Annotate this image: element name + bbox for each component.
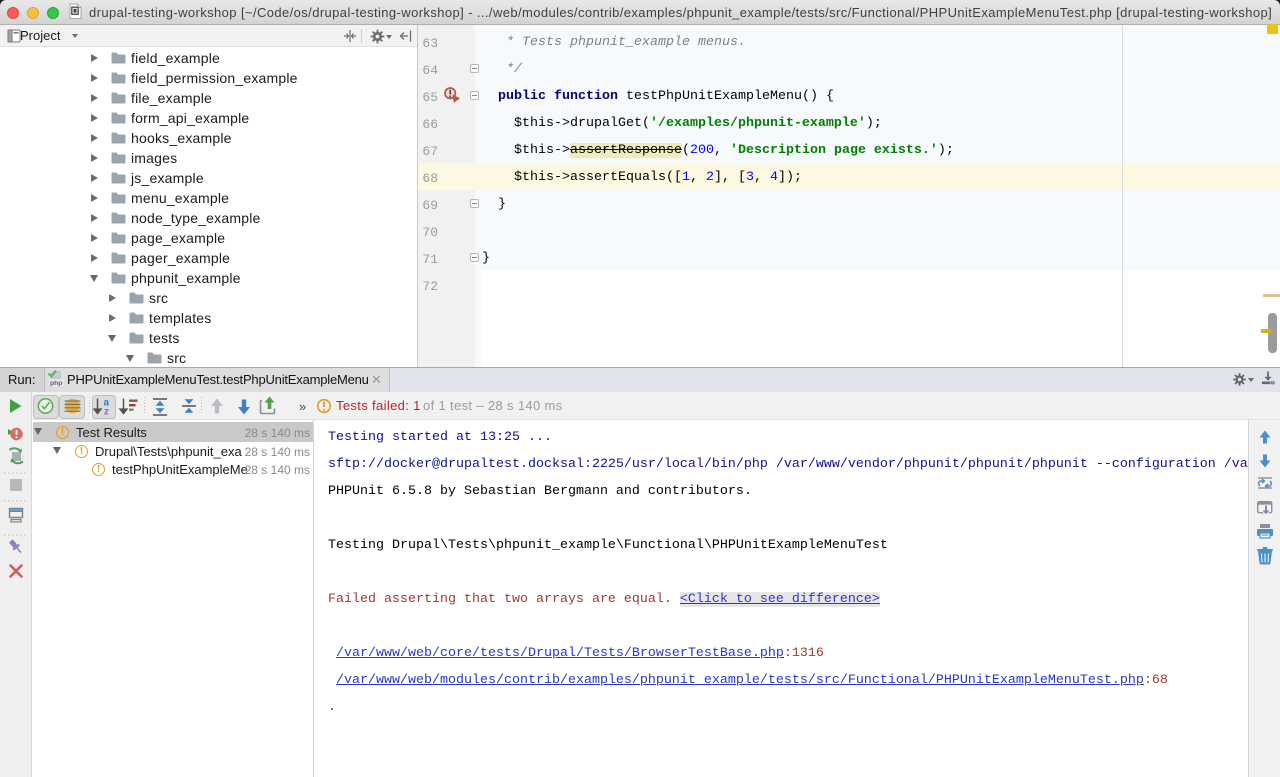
svg-text:z: z	[104, 407, 109, 418]
svg-text:php: php	[50, 380, 62, 387]
svg-text:»: »	[299, 399, 306, 414]
